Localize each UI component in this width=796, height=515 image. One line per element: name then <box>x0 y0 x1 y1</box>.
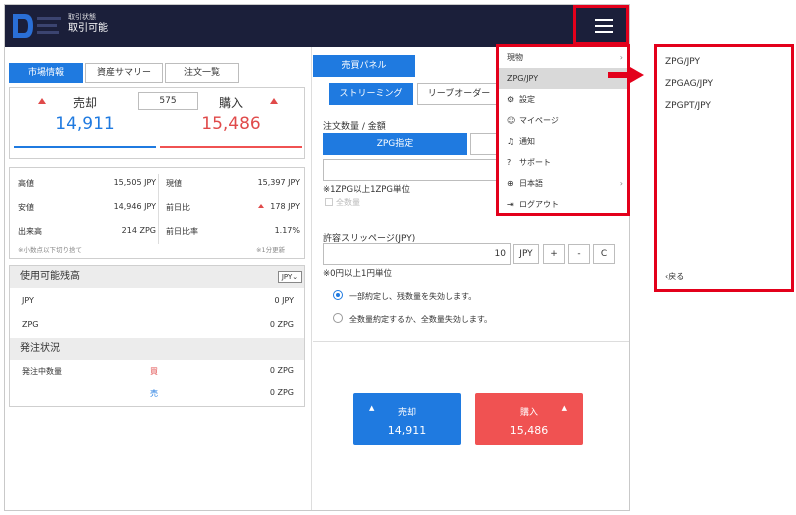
annotation-arrow <box>608 72 632 78</box>
order-qty-label: 注文数量 / 金額 <box>323 122 386 132</box>
pending-sell-value: 0 ZPG <box>269 388 294 397</box>
sell-label: 売却 <box>72 96 97 110</box>
tab-asset-summary[interactable]: 資産サマリー <box>85 63 163 83</box>
submenu-back-link[interactable]: ‹戻る <box>665 271 684 282</box>
buy-mark: 買 <box>150 367 158 376</box>
all-or-none-radio[interactable] <box>333 313 343 323</box>
balance-title: 使用可能残高 <box>10 266 304 288</box>
balance-jpy-label: JPY <box>22 296 34 305</box>
menu-item-settings[interactable]: ⚙ 設定 <box>499 89 627 110</box>
high-value: 15,505 JPY <box>113 178 156 187</box>
slippage-input[interactable]: 10 <box>323 243 511 265</box>
prev-diff-value: 178 JPY <box>270 202 300 211</box>
market-stats: 高値 15,505 JPY 現値 15,397 JPY 安値 14,946 JP… <box>9 167 305 259</box>
buy-order-price: 15,486 <box>509 424 549 437</box>
currency-submenu: ZPG/JPY ZPGAG/JPY ZPGPT/JPY ‹戻る <box>654 44 794 292</box>
minus-button[interactable]: - <box>568 244 590 264</box>
balance-jpy-value: 0 JPY <box>274 296 294 305</box>
logout-icon: ⇥ <box>507 200 514 209</box>
partial-fill-label: 一部約定し、残数量を失効します。 <box>349 292 477 301</box>
sell-price: 14,911 <box>55 114 115 134</box>
chevron-right-icon: › <box>619 53 623 62</box>
order-status-title: 発注状況 <box>10 338 304 360</box>
rounding-note: ※小数点以下切り捨て <box>18 246 82 254</box>
logo-icon <box>13 14 61 38</box>
header-bar: 取引状態 取引可能 <box>5 5 629 47</box>
high-label: 高値 <box>18 179 34 188</box>
tab-trade-panel[interactable]: 売買パネル <box>313 55 415 77</box>
main-menu-dropdown: 現物 › ZPG/JPY ⚙ 設定 ☺ マイページ ♫ 通知 ? サポート ⊕ 日本語 › ⇥… <box>496 44 630 216</box>
slippage-note: ※0円以上1円単位 <box>323 269 392 279</box>
prev-ratio-label: 前日比率 <box>166 227 198 236</box>
tab-order-list[interactable]: 注文一覧 <box>165 63 239 83</box>
buy-price: 15,486 <box>201 114 261 134</box>
partial-fill-radio[interactable] <box>333 290 343 300</box>
sell-order-price: 14,911 <box>387 424 427 437</box>
user-icon: ☺ <box>507 116 516 125</box>
balance-panel: 使用可能残高 JPY⌄ JPY 0 JPY ZPG 0 ZPG 発注状況 発注中… <box>9 265 305 407</box>
current-value: 15,397 JPY <box>257 178 300 187</box>
buy-quote[interactable]: 購入 15,486 <box>158 88 304 152</box>
pending-qty-label: 発注中数量 <box>22 367 62 376</box>
tab-market-info[interactable]: 市場情報 <box>9 63 83 83</box>
bell-icon: ♫ <box>507 137 515 146</box>
volume-value: 214 ZPG <box>121 226 156 235</box>
annotation-arrow-head <box>630 67 644 83</box>
buy-order-label: 購入 <box>519 408 538 418</box>
menu-item-logout[interactable]: ⇥ ログアウト <box>499 194 627 215</box>
low-value: 14,946 JPY <box>113 202 156 211</box>
chevron-right-icon: › <box>619 179 623 188</box>
pending-buy-value: 0 ZPG <box>269 366 294 375</box>
quantity-input[interactable] <box>323 159 503 181</box>
menu-item-language[interactable]: ⊕ 日本語 › <box>499 173 627 194</box>
submenu-item-zpg-jpy[interactable]: ZPG/JPY <box>665 57 700 67</box>
gear-icon: ⚙ <box>507 95 515 104</box>
menu-item-notifications[interactable]: ♫ 通知 <box>499 131 627 152</box>
sell-order-label: 売却 <box>397 408 416 418</box>
buy-order-button[interactable]: ▲ 購入 15,486 <box>475 393 583 445</box>
low-label: 安値 <box>18 203 34 212</box>
prev-diff-label: 前日比 <box>166 203 190 212</box>
all-quantity-label: 全数量 <box>336 198 360 207</box>
balance-zpg-value: 0 ZPG <box>269 320 294 329</box>
trade-status-label: 取引状態 <box>68 13 96 21</box>
tab-streaming[interactable]: ストリーミング <box>329 83 413 105</box>
update-note: ※1分更新 <box>256 246 286 254</box>
clear-button[interactable]: C <box>593 244 615 264</box>
zpg-specify-button[interactable]: ZPG指定 <box>323 133 467 155</box>
all-quantity-checkbox[interactable] <box>325 198 333 206</box>
menu-item-support[interactable]: ? サポート <box>499 152 627 173</box>
buy-label: 購入 <box>218 96 243 110</box>
sell-order-button[interactable]: ▲ 売却 14,911 <box>353 393 461 445</box>
plus-button[interactable]: + <box>543 244 565 264</box>
menu-item-spot[interactable]: 現物 › <box>499 47 627 68</box>
volume-label: 出来高 <box>18 227 42 236</box>
slippage-unit: JPY <box>513 244 539 264</box>
globe-icon: ⊕ <box>507 179 514 188</box>
unit-note: ※1ZPG以上1ZPG単位 <box>323 185 411 195</box>
tab-leave-order[interactable]: リーブオーダー <box>417 83 501 105</box>
current-label: 現値 <box>166 179 182 188</box>
prev-ratio-value: 1.17% <box>274 226 300 235</box>
submenu-item-zpgag-jpy[interactable]: ZPGAG/JPY <box>665 79 713 89</box>
all-or-none-label: 全数量約定するか、全数量失効します。 <box>349 315 493 324</box>
trade-status: 取引状態 取引可能 <box>68 13 108 36</box>
menu-button[interactable] <box>573 5 629 45</box>
quote-panel: 売却 14,911 575 購入 15,486 <box>9 87 305 159</box>
menu-item-mypage[interactable]: ☺ マイページ <box>499 110 627 131</box>
help-icon: ? <box>507 158 512 167</box>
sell-mark: 売 <box>150 389 158 398</box>
submenu-item-zpgpt-jpy[interactable]: ZPGPT/JPY <box>665 101 711 111</box>
balance-zpg-label: ZPG <box>22 320 39 329</box>
sell-quote[interactable]: 売却 14,911 <box>12 88 158 152</box>
currency-select[interactable]: JPY⌄ <box>278 271 302 283</box>
trade-status-value: 取引可能 <box>68 23 108 34</box>
